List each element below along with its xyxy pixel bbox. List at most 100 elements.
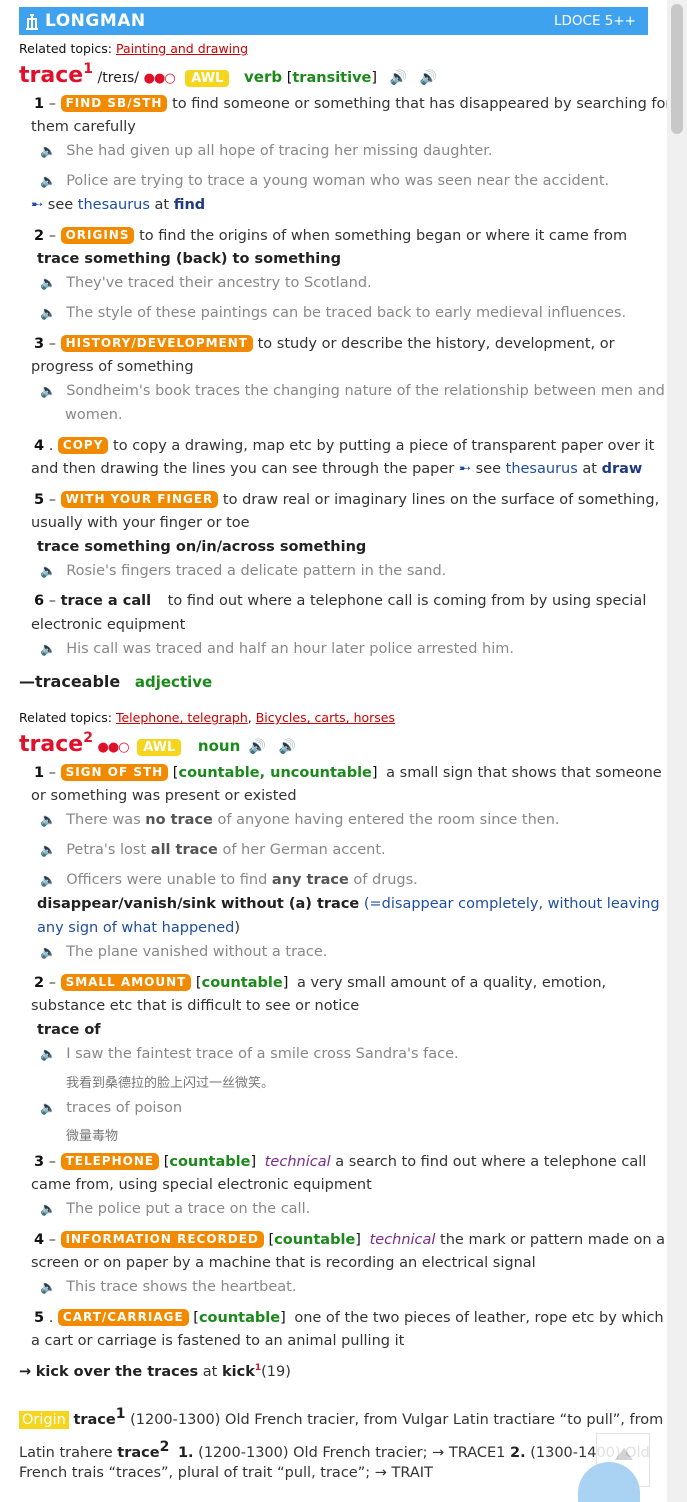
speaker-icon[interactable]: 🔈: [40, 1280, 56, 1295]
speaker-icon[interactable]: 🔈: [40, 945, 56, 960]
collocation-cont: any sign of what happened): [37, 920, 241, 936]
sense-6: 6 – trace a call to find out where a tel…: [34, 593, 647, 609]
origin-line-3: French trais “traces”, plural of trait “…: [19, 1465, 433, 1481]
speaker-icon[interactable]: 🔈: [40, 174, 56, 189]
signpost: HISTORY/DEVELOPMENT: [60, 335, 253, 352]
example: 🔈 Sondheim's book traces the changing nat…: [40, 383, 665, 399]
noun-sense-5: 5 . CART/CARRIAGE [countable] one of the…: [34, 1309, 664, 1326]
collocation: disappear/vanish/sink without (a) trace …: [37, 896, 660, 912]
topic-link-telephone[interactable]: Telephone, telegraph: [116, 710, 248, 725]
xref-phrase: kick over the traces: [35, 1363, 199, 1380]
noun-sense-2: 2 – SMALL AMOUNT [countable] a very smal…: [34, 974, 607, 991]
signpost: CART/CARRIAGE: [57, 1309, 189, 1326]
origin-badge: Origin: [19, 1410, 69, 1429]
grammar-pattern: trace something on/in/across something: [37, 539, 367, 555]
thesaurus-link[interactable]: thesaurus: [506, 461, 578, 477]
signpost: SMALL AMOUNT: [60, 974, 192, 991]
definition-cont: a cart or carriage is fastened to an ani…: [31, 1333, 405, 1349]
headword: trace1: [19, 61, 93, 88]
related-topics-2: Related topics: Telephone, telegraph, Bi…: [19, 710, 395, 725]
arrow-icon: ➸: [31, 197, 44, 213]
headword-row-1: trace1 /treɪs/ ●●○ AWL verb [transitive]…: [19, 61, 438, 88]
speaker-icon[interactable]: 🔈: [40, 873, 56, 888]
scrollbar[interactable]: [667, 0, 687, 1502]
translation: 我看到桑德拉的脸上闪过一丝微笑。: [66, 1076, 275, 1091]
speaker-icon[interactable]: 🔊: [279, 739, 296, 755]
grammar-pattern: trace of: [37, 1022, 101, 1038]
app-header: LONGMAN LDOCE 5++: [19, 7, 648, 35]
definition-cont: and then drawing the lines you can see t…: [31, 461, 643, 477]
speaker-icon[interactable]: 🔈: [40, 564, 56, 579]
phrase: trace a call: [60, 593, 152, 609]
thesaurus-target-link[interactable]: draw: [602, 461, 643, 477]
example: 🔈 The police put a trace on the call.: [40, 1201, 311, 1217]
speaker-icon[interactable]: 🔈: [40, 1202, 56, 1217]
thesaurus-link[interactable]: thesaurus: [78, 197, 150, 213]
edition-label[interactable]: LDOCE 5++: [554, 13, 648, 29]
signpost: FIND SB/STH: [60, 95, 168, 112]
grammar-pattern: trace something (back) to something: [37, 251, 341, 267]
speaker-icon[interactable]: 🔊: [390, 70, 407, 86]
grammar-label: transitive: [292, 70, 372, 86]
signpost: ORIGINS: [60, 227, 135, 244]
speaker-icon[interactable]: 🔈: [40, 813, 56, 828]
signpost: TELEPHONE: [60, 1153, 160, 1170]
sense-4: 4 . COPY to copy a drawing, map etc by p…: [34, 437, 655, 454]
example: 🔈 The style of these paintings can be tra…: [40, 305, 627, 321]
related-topics-1: Related topics: Painting and drawing: [19, 41, 248, 56]
awl-badge: AWL: [137, 739, 182, 756]
speaker-icon[interactable]: 🔈: [40, 1101, 56, 1116]
speaker-icon[interactable]: 🔈: [40, 843, 56, 858]
noun-sense-1: 1 – SIGN OF STH [countable, uncountable]…: [34, 764, 662, 781]
frequency-dots: ●●○: [97, 740, 130, 755]
topic-link-painting[interactable]: Painting and drawing: [116, 41, 248, 56]
thesaurus-target-link[interactable]: find: [174, 197, 205, 213]
speaker-icon[interactable]: 🔈: [40, 642, 56, 657]
noun-sense-3: 3 – TELEPHONE [countable] technical a se…: [34, 1153, 647, 1170]
example: 🔈 I saw the faintest trace of a smile cro…: [40, 1046, 459, 1062]
speaker-icon[interactable]: 🔈: [40, 276, 56, 291]
frequency-dots: ●●○: [143, 71, 176, 86]
speaker-icon[interactable]: 🔊: [420, 70, 437, 86]
scrollbar-thumb[interactable]: [671, 4, 683, 134]
pronunciation: /treɪs/: [97, 70, 140, 86]
dictionary-page: LONGMAN LDOCE 5++ Related topics: Painti…: [0, 0, 671, 1502]
awl-badge: AWL: [185, 70, 230, 87]
origin-line-1: Origin trace1 (1200-1300) Old French tra…: [19, 1406, 663, 1429]
definition-cont: electronic equipment: [31, 617, 186, 633]
topic-link-bicycles[interactable]: Bicycles, carts, horses: [256, 710, 395, 725]
signpost: WITH YOUR FINGER: [60, 491, 219, 508]
thesaurus-ref: ➸ see thesaurus at find: [31, 197, 206, 213]
sense-5: 5 – WITH YOUR FINGER to draw real or ima…: [34, 491, 660, 508]
definition-cont: substance etc that is difficult to see o…: [31, 998, 360, 1014]
example: 🔈 She had given up all hope of tracing he…: [40, 143, 493, 159]
example-cont: women.: [65, 407, 123, 423]
speaker-icon[interactable]: 🔈: [40, 144, 56, 159]
speaker-icon[interactable]: 🔈: [40, 384, 56, 399]
noun-sense-4: 4 – INFORMATION RECORDED [countable] tec…: [34, 1231, 666, 1248]
brand-title: LONGMAN: [45, 11, 146, 31]
definition-cont: usually with your finger or toe: [31, 515, 250, 531]
headword-row-2: trace2 ●●○ AWL noun 🔊 🔊: [19, 730, 296, 757]
speaker-icon[interactable]: 🔈: [40, 306, 56, 321]
longman-logo-icon: [19, 11, 45, 31]
example: 🔈 traces of poison: [40, 1100, 183, 1116]
origin-line-2: Latin trahere trace2 1. (1200-1300) Old …: [19, 1439, 650, 1461]
example: 🔈 Officers were unable to find any trace …: [40, 872, 418, 888]
headword: trace2: [19, 730, 93, 757]
sense-1: 1 – FIND SB/STH to find someone or somet…: [34, 95, 672, 112]
speaker-icon[interactable]: 🔊: [249, 739, 266, 755]
sense-3: 3 – HISTORY/DEVELOPMENT to study or desc…: [34, 335, 615, 352]
part-of-speech: verb: [244, 68, 283, 86]
signpost: COPY: [57, 437, 109, 454]
example: 🔈 Police are trying to trace a young woma…: [40, 173, 610, 189]
sense-2: 2 – ORIGINS to find the origins of when …: [34, 227, 628, 244]
example: 🔈 Rosie's fingers traced a delicate patte…: [40, 563, 447, 579]
example: 🔈 His call was traced and half an hour la…: [40, 641, 514, 657]
example: 🔈 Petra's lost all trace of her German ac…: [40, 842, 386, 858]
speaker-icon[interactable]: 🔈: [40, 1047, 56, 1062]
signpost: SIGN OF STH: [60, 764, 169, 781]
xref-link[interactable]: kick1: [222, 1363, 261, 1380]
definition-cont: them carefully: [31, 119, 136, 135]
cross-reference: → kick over the traces at kick1(19): [19, 1363, 291, 1380]
